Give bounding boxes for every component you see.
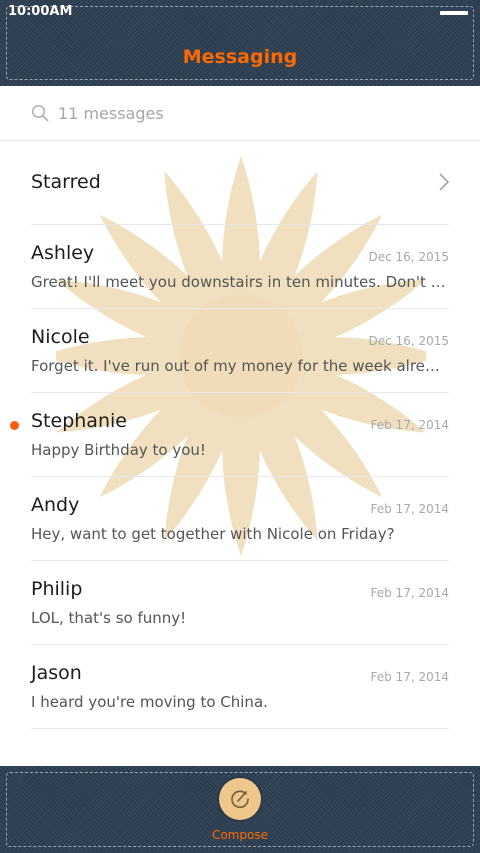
battery-icon (440, 11, 468, 15)
message-date: Feb 17, 2014 (370, 670, 450, 684)
compose-button[interactable] (219, 778, 261, 820)
chevron-right-icon (439, 173, 450, 195)
sender-name: Ashley (31, 242, 95, 264)
message-preview: Happy Birthday to you! (31, 441, 206, 459)
unread-indicator (10, 421, 19, 430)
sender-name: Andy (31, 494, 80, 516)
page-title: Messaging (182, 46, 298, 68)
sender-name: Jason (31, 662, 82, 684)
message-preview: Hey, want to get together with Nicole on… (31, 525, 395, 543)
message-row-philip[interactable]: Philip Feb 17, 2014 LOL, that's so funny… (31, 561, 449, 645)
sender-name: Stephanie (31, 410, 127, 432)
compose-label[interactable]: Compose (0, 828, 480, 842)
message-row-ashley[interactable]: Ashley Dec 16, 2015 Great! I'll meet you… (31, 225, 449, 309)
top-bar-stitching (6, 6, 474, 80)
message-preview: LOL, that's so funny! (31, 609, 187, 627)
search-bar[interactable]: 11 messages (0, 86, 480, 141)
message-row-stephanie[interactable]: Stephanie Feb 17, 2014 Happy Birthday to… (10, 393, 450, 477)
search-icon (31, 104, 49, 126)
message-list: Starred Ashley Dec 16, 2015 Great! I'll … (0, 141, 480, 763)
message-date: Feb 17, 2014 (370, 586, 450, 600)
starred-row[interactable]: Starred (31, 141, 450, 225)
sender-name: Nicole (31, 326, 90, 348)
message-date: Dec 16, 2015 (368, 334, 449, 348)
message-date: Feb 17, 2014 (370, 502, 450, 516)
starred-label: Starred (31, 171, 101, 193)
top-bar: 10:00AM Messaging (0, 0, 480, 86)
message-date: Feb 17, 2014 (370, 418, 450, 432)
message-date: Dec 16, 2015 (368, 250, 449, 264)
message-preview: Great! I'll meet you downstairs in ten m… (31, 273, 449, 291)
sender-name: Philip (31, 578, 83, 600)
status-time: 10:00AM (8, 4, 73, 19)
bottom-bar: Compose (0, 766, 480, 853)
message-row-andy[interactable]: Andy Feb 17, 2014 Hey, want to get toget… (31, 477, 449, 561)
message-row-jason[interactable]: Jason Feb 17, 2014 I heard you're moving… (31, 645, 449, 729)
search-input[interactable]: 11 messages (58, 104, 164, 123)
message-preview: Forget it. I've run out of my money for … (31, 357, 449, 375)
message-preview: I heard you're moving to China. (31, 693, 268, 711)
message-row-nicole[interactable]: Nicole Dec 16, 2015 Forget it. I've run … (31, 309, 449, 393)
compose-icon (231, 790, 249, 809)
